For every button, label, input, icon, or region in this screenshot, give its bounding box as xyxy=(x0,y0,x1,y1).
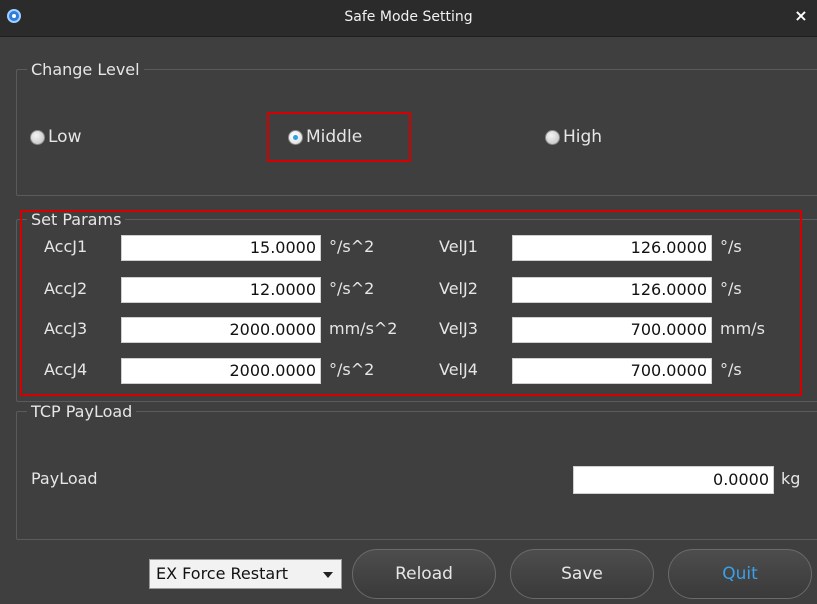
radio-low[interactable]: Low xyxy=(30,127,81,147)
accj3-input[interactable]: 2000.0000 xyxy=(121,317,321,343)
restart-mode-value: EX Force Restart xyxy=(156,564,289,583)
velj2-label: VelJ2 xyxy=(439,279,478,298)
accj2-unit: °/s^2 xyxy=(329,279,375,298)
accj4-input[interactable]: 2000.0000 xyxy=(121,358,321,384)
save-button[interactable]: Save xyxy=(510,549,654,599)
title-bar: Safe Mode Setting × xyxy=(0,0,817,37)
accj1-label: AccJ1 xyxy=(44,237,88,256)
payload-unit: kg xyxy=(781,469,801,488)
velj3-input[interactable]: 700.0000 xyxy=(512,317,712,343)
velj3-label: VelJ3 xyxy=(439,319,478,338)
velj3-unit: mm/s xyxy=(720,319,765,338)
velj1-input[interactable]: 126.0000 xyxy=(512,235,712,261)
reload-button[interactable]: Reload xyxy=(352,549,496,599)
window-title: Safe Mode Setting xyxy=(344,9,473,25)
radio-high-indicator xyxy=(545,129,560,145)
velj4-input[interactable]: 700.0000 xyxy=(512,358,712,384)
radio-high[interactable]: High xyxy=(545,127,602,147)
accj3-unit: mm/s^2 xyxy=(329,319,398,338)
close-button[interactable]: × xyxy=(791,6,811,26)
velj1-label: VelJ1 xyxy=(439,237,478,256)
velj2-unit: °/s xyxy=(720,279,742,298)
tcp-payload-legend: TCP PayLoad xyxy=(31,402,133,421)
payload-input[interactable]: 0.0000 xyxy=(573,466,774,494)
accj2-label: AccJ2 xyxy=(44,279,88,298)
radio-low-label: Low xyxy=(48,127,82,147)
radio-low-indicator xyxy=(30,129,45,145)
velj1-unit: °/s xyxy=(720,237,742,256)
restart-mode-dropdown[interactable]: EX Force Restart xyxy=(149,559,342,589)
velj2-input[interactable]: 126.0000 xyxy=(512,277,712,303)
chevron-down-icon xyxy=(323,572,333,578)
middle-highlight-box xyxy=(267,112,411,162)
radio-high-label: High xyxy=(563,127,603,147)
accj4-label: AccJ4 xyxy=(44,360,88,379)
payload-label: PayLoad xyxy=(31,469,98,488)
change-level-group: Change Level xyxy=(16,60,817,196)
accj4-unit: °/s^2 xyxy=(329,360,375,379)
change-level-legend: Change Level xyxy=(31,60,140,79)
quit-button[interactable]: Quit xyxy=(668,549,812,599)
velj4-unit: °/s xyxy=(720,360,742,379)
accj3-label: AccJ3 xyxy=(44,319,88,338)
accj1-input[interactable]: 15.0000 xyxy=(121,235,321,261)
accj1-unit: °/s^2 xyxy=(329,237,375,256)
accj2-input[interactable]: 12.0000 xyxy=(121,277,321,303)
velj4-label: VelJ4 xyxy=(439,360,478,379)
